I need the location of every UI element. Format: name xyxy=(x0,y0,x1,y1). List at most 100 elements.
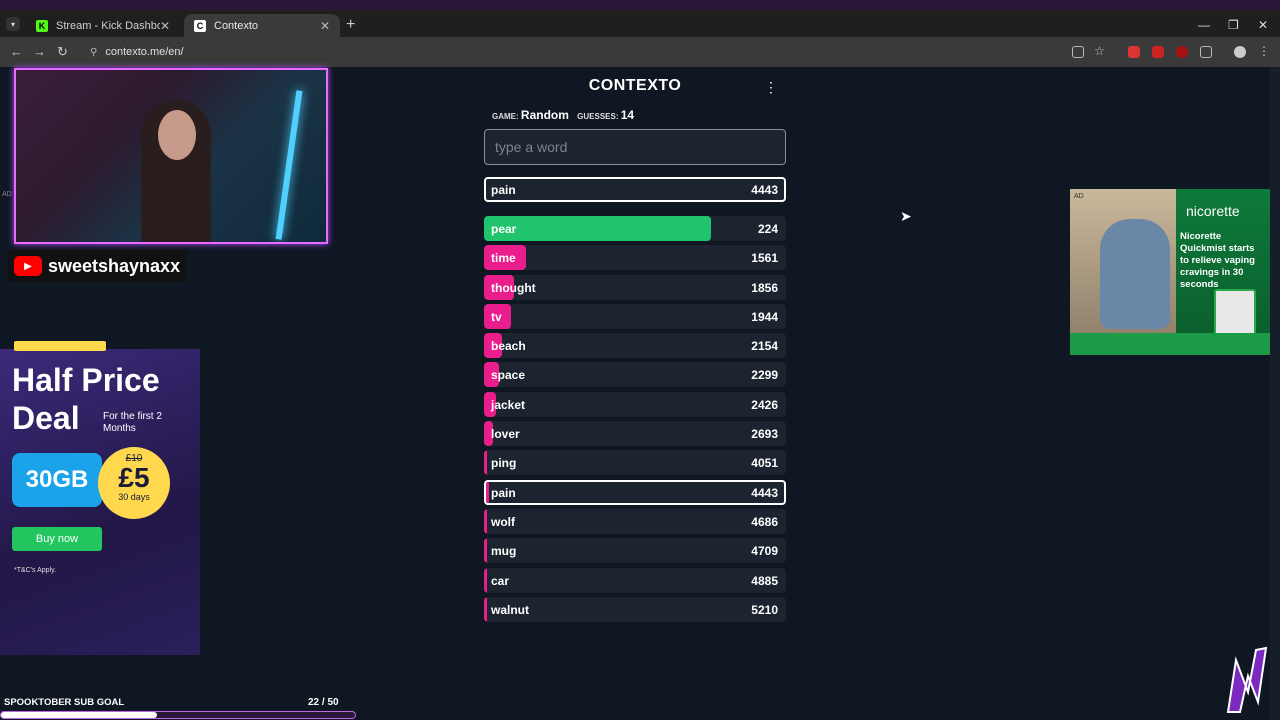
guess-distance: 2299 xyxy=(751,368,778,383)
contexto-icon: C xyxy=(194,19,206,32)
guess-distance: 1944 xyxy=(751,309,778,324)
ad-price-badge: £10 £5 30 days xyxy=(98,447,170,519)
address-bar: ← → ↻ ⚲ contexto.me/en/ ☆ ⋮ xyxy=(0,37,1280,67)
ad-copy: Nicorette Quickmist starts to relieve va… xyxy=(1180,231,1255,290)
guess-row: beach 2154 xyxy=(484,333,786,359)
guess-word: pain xyxy=(491,183,516,197)
sub-goal-count: 22 / 50 xyxy=(308,697,339,708)
minimize-icon[interactable]: — xyxy=(1198,18,1210,32)
guess-word: walnut xyxy=(491,602,529,617)
game-value: Random xyxy=(520,108,569,122)
app-header: CONTEXTO ⋮ xyxy=(484,77,786,99)
guess-bar xyxy=(484,508,488,534)
guess-word: ping xyxy=(491,456,517,471)
new-tab-icon[interactable]: + xyxy=(346,16,355,34)
ad-stripe xyxy=(14,341,106,351)
last-guess-row: pain 4443 xyxy=(484,177,786,202)
close-icon[interactable]: ✕ xyxy=(160,19,170,33)
ad-period: 30 days xyxy=(118,492,150,502)
streamer-logo xyxy=(1226,646,1268,713)
guess-bar xyxy=(484,450,488,476)
guesses-label: GUESSES: xyxy=(577,112,619,121)
site-info-icon[interactable]: ⚲ xyxy=(90,47,97,58)
ad-terms: *T&C's Apply. xyxy=(14,567,57,574)
ad-left[interactable]: Half Price Deal For the first 2 Months 3… xyxy=(0,341,200,655)
guess-row: wolf 4686 xyxy=(484,508,786,534)
guess-row: time 1561 xyxy=(484,245,786,271)
guess-row: mug 4709 xyxy=(484,538,786,564)
extension-icon[interactable] xyxy=(1176,46,1188,58)
sub-goal-fill xyxy=(1,712,157,718)
menu-dots-icon[interactable]: ⋮ xyxy=(764,79,778,96)
extension-icon[interactable] xyxy=(1128,46,1140,58)
top-strip xyxy=(0,0,1280,10)
bookmark-star-icon[interactable]: ☆ xyxy=(1094,44,1106,58)
tab-bar: ▾ K Stream - Kick Dashboard ✕ C Contexto… xyxy=(0,10,1280,37)
game-label: GAME: xyxy=(492,112,519,121)
ad-brand: nicorette xyxy=(1186,203,1240,219)
guess-bar xyxy=(484,538,488,564)
tab-kick-dashboard[interactable]: K Stream - Kick Dashboard ✕ xyxy=(26,14,180,37)
guess-distance: 2154 xyxy=(751,339,778,354)
guess-word: beach xyxy=(491,339,526,354)
guess-word: space xyxy=(491,368,526,383)
kebab-menu-icon[interactable]: ⋮ xyxy=(1258,44,1270,58)
guess-row: ping 4051 xyxy=(484,450,786,476)
guess-word: jacket xyxy=(491,397,526,412)
ad-buy-button[interactable]: Buy now xyxy=(12,527,102,551)
ad-new-price: £5 xyxy=(118,462,150,493)
guess-row: jacket 2426 xyxy=(484,391,786,417)
channel-name: sweetshaynaxx xyxy=(48,255,181,276)
cast-icon[interactable] xyxy=(1072,46,1084,58)
webcam-overlay xyxy=(14,68,328,244)
game-meta: GAME: Random GUESSES: 14 xyxy=(484,108,786,122)
guess-word: pain xyxy=(491,485,516,500)
word-input[interactable] xyxy=(484,129,786,165)
ad-tag: AD xyxy=(2,191,12,198)
guess-bar xyxy=(486,481,489,503)
guess-row: pain 4443 xyxy=(484,479,786,505)
guess-word: thought xyxy=(491,280,536,295)
tab-contexto[interactable]: C Contexto ✕ xyxy=(184,14,340,37)
sub-goal-label: SPOOKTOBER SUB GOAL xyxy=(4,697,125,708)
guess-row: pear 224 xyxy=(484,216,786,241)
reload-icon[interactable]: ↻ xyxy=(57,44,68,60)
guess-distance: 2693 xyxy=(751,427,778,442)
guess-distance: 4443 xyxy=(751,183,778,197)
contexto-app: CONTEXTO ⋮ GAME: Random GUESSES: 14 pain… xyxy=(484,77,786,622)
ad-tag: AD xyxy=(1074,193,1084,200)
guesses-value: 14 xyxy=(620,108,635,122)
sub-goal-current: 22 xyxy=(308,697,320,708)
guess-distance: 5210 xyxy=(751,602,778,617)
profile-icon[interactable] xyxy=(1234,46,1246,58)
neon-light xyxy=(275,90,303,240)
url-field[interactable]: ⚲ contexto.me/en/ xyxy=(80,41,1120,63)
window-close-icon[interactable]: ✕ xyxy=(1258,18,1268,32)
guess-word: pear xyxy=(491,222,517,236)
tab-search-icon[interactable]: ▾ xyxy=(6,17,20,31)
back-icon[interactable]: ← xyxy=(10,44,23,59)
guess-distance: 1561 xyxy=(751,251,778,266)
ad-photo-person xyxy=(1100,219,1170,329)
guess-row: thought 1856 xyxy=(484,274,786,300)
guess-row: space 2299 xyxy=(484,362,786,388)
app-title: CONTEXTO xyxy=(588,77,682,94)
url-text: contexto.me/en/ xyxy=(105,46,184,58)
close-icon[interactable]: ✕ xyxy=(320,19,330,33)
guess-list: pear 224 time 1561 thought 1856 tv 1944 beach 215… xyxy=(484,216,786,622)
guess-distance: 224 xyxy=(757,222,778,236)
restore-icon[interactable]: ❐ xyxy=(1228,18,1239,32)
guess-distance: 4885 xyxy=(751,573,778,588)
ad-right[interactable]: nicorette Nicorette Quickmist starts to … xyxy=(1070,189,1270,355)
scrollbar[interactable] xyxy=(1270,67,1280,720)
tab-title: Contexto xyxy=(214,19,259,32)
forward-icon[interactable]: → xyxy=(33,44,46,59)
sub-goal-total: / 50 xyxy=(321,697,339,708)
extension-icon[interactable] xyxy=(1152,46,1164,58)
guess-word: wolf xyxy=(491,514,515,529)
guess-distance: 1856 xyxy=(751,280,778,295)
extensions-puzzle-icon[interactable] xyxy=(1200,46,1212,58)
guess-bar xyxy=(484,596,488,622)
ad-subtext: For the first 2 Months xyxy=(103,411,162,434)
guess-word: car xyxy=(491,573,510,588)
